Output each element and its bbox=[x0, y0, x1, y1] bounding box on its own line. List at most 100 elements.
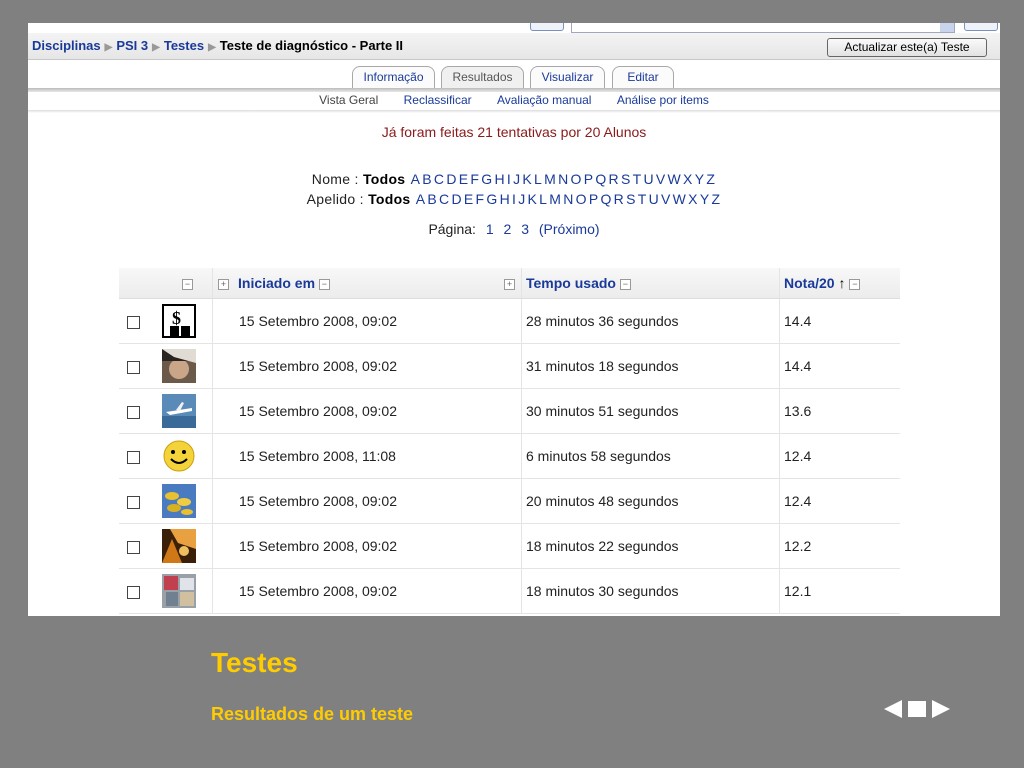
row-grade[interactable]: 12.2 bbox=[779, 523, 900, 569]
row-started[interactable]: 15 Setembro 2008, 09:02 bbox=[237, 523, 499, 569]
row-checkbox[interactable] bbox=[127, 540, 140, 554]
collapse-icon[interactable]: − bbox=[182, 278, 193, 290]
last-name-all[interactable]: Todos bbox=[368, 191, 410, 207]
subtab-analise-por-items[interactable]: Análise por items bbox=[617, 93, 709, 107]
row-checkbox[interactable] bbox=[127, 360, 140, 374]
filter-letter-j[interactable]: J bbox=[513, 171, 520, 187]
filter-letter-a[interactable]: A bbox=[411, 171, 421, 187]
row-started[interactable]: 15 Setembro 2008, 09:02 bbox=[237, 343, 499, 389]
header-time-label[interactable]: Tempo usado bbox=[526, 275, 616, 291]
stop-square-icon[interactable] bbox=[908, 701, 926, 717]
row-grade[interactable]: 12.4 bbox=[779, 433, 900, 479]
filter-letter-g[interactable]: G bbox=[481, 171, 492, 187]
filter-letter-p[interactable]: P bbox=[589, 191, 599, 207]
filter-letter-b[interactable]: B bbox=[427, 191, 437, 207]
subtab-reclassificar[interactable]: Reclassificar bbox=[404, 93, 472, 107]
filter-letter-z[interactable]: Z bbox=[706, 171, 715, 187]
filter-letter-h[interactable]: H bbox=[500, 191, 510, 207]
filter-letter-d[interactable]: D bbox=[451, 191, 461, 207]
row-checkbox[interactable] bbox=[127, 450, 140, 464]
filter-letter-j[interactable]: J bbox=[518, 191, 525, 207]
filter-letter-t[interactable]: T bbox=[633, 171, 642, 187]
breadcrumb-testes[interactable]: Testes bbox=[164, 38, 204, 53]
tab-informacao[interactable]: Informação bbox=[352, 66, 435, 88]
filter-letter-r[interactable]: R bbox=[609, 171, 619, 187]
previous-arrow-icon[interactable] bbox=[884, 700, 902, 718]
collapse-icon[interactable]: − bbox=[318, 278, 330, 290]
next-arrow-icon[interactable] bbox=[932, 700, 950, 718]
filter-letter-h[interactable]: H bbox=[494, 171, 504, 187]
filter-letter-q[interactable]: Q bbox=[600, 191, 611, 207]
filter-letter-x[interactable]: X bbox=[683, 171, 693, 187]
filter-letter-t[interactable]: T bbox=[638, 191, 647, 207]
row-started[interactable]: 15 Setembro 2008, 09:02 bbox=[237, 388, 499, 434]
filter-letter-l[interactable]: L bbox=[539, 191, 547, 207]
row-checkbox[interactable] bbox=[127, 315, 140, 329]
row-checkbox[interactable] bbox=[127, 495, 140, 509]
top-input[interactable] bbox=[571, 23, 955, 33]
expand-icon[interactable]: + bbox=[504, 278, 515, 290]
user-avatar[interactable] bbox=[162, 394, 196, 428]
user-avatar[interactable]: $ bbox=[162, 304, 196, 338]
pager-next[interactable]: (Próximo) bbox=[539, 221, 600, 237]
row-started[interactable]: 15 Setembro 2008, 09:02 bbox=[237, 478, 499, 524]
filter-letter-a[interactable]: A bbox=[416, 191, 426, 207]
filter-letter-e[interactable]: E bbox=[464, 191, 474, 207]
filter-letter-o[interactable]: O bbox=[571, 171, 582, 187]
row-started[interactable]: 15 Setembro 2008, 09:02 bbox=[237, 568, 499, 614]
user-avatar[interactable] bbox=[162, 574, 196, 608]
top-button-left[interactable] bbox=[530, 23, 564, 31]
row-grade[interactable]: 14.4 bbox=[779, 343, 900, 389]
first-name-all[interactable]: Todos bbox=[363, 171, 405, 187]
row-grade[interactable]: 13.6 bbox=[779, 388, 900, 434]
filter-letter-w[interactable]: W bbox=[668, 171, 682, 187]
filter-letter-c[interactable]: C bbox=[434, 171, 444, 187]
filter-letter-p[interactable]: P bbox=[584, 171, 594, 187]
subtab-avaliacao-manual[interactable]: Avaliação manual bbox=[497, 93, 592, 107]
filter-letter-o[interactable]: O bbox=[576, 191, 587, 207]
pager-page-3[interactable]: 3 bbox=[521, 221, 529, 237]
collapse-icon[interactable]: − bbox=[849, 278, 861, 290]
filter-letter-k[interactable]: K bbox=[528, 191, 538, 207]
row-started[interactable]: 15 Setembro 2008, 11:08 bbox=[237, 433, 499, 479]
filter-letter-s[interactable]: S bbox=[621, 171, 631, 187]
row-started[interactable]: 15 Setembro 2008, 09:02 bbox=[237, 298, 499, 344]
row-grade[interactable]: 14.4 bbox=[779, 298, 900, 344]
breadcrumb-psi3[interactable]: PSI 3 bbox=[116, 38, 148, 53]
tab-editar[interactable]: Editar bbox=[612, 66, 674, 88]
filter-letter-b[interactable]: B bbox=[422, 171, 432, 187]
filter-letter-z[interactable]: Z bbox=[711, 191, 720, 207]
filter-letter-n[interactable]: N bbox=[563, 191, 573, 207]
row-grade[interactable]: 12.1 bbox=[779, 568, 900, 614]
filter-letter-v[interactable]: V bbox=[656, 171, 666, 187]
filter-letter-u[interactable]: U bbox=[643, 171, 653, 187]
filter-letter-d[interactable]: D bbox=[446, 171, 456, 187]
breadcrumb-disciplinas[interactable]: Disciplinas bbox=[32, 38, 101, 53]
row-grade[interactable]: 12.4 bbox=[779, 478, 900, 524]
user-avatar[interactable] bbox=[162, 529, 196, 563]
filter-letter-f[interactable]: F bbox=[476, 191, 485, 207]
filter-letter-s[interactable]: S bbox=[626, 191, 636, 207]
update-quiz-button[interactable]: Actualizar este(a) Teste bbox=[827, 38, 987, 57]
filter-letter-u[interactable]: U bbox=[649, 191, 659, 207]
subtab-vista-geral[interactable]: Vista Geral bbox=[319, 93, 378, 107]
filter-letter-g[interactable]: G bbox=[486, 191, 497, 207]
filter-letter-i[interactable]: I bbox=[507, 171, 511, 187]
header-grade-label[interactable]: Nota/20 bbox=[784, 275, 835, 291]
filter-letter-r[interactable]: R bbox=[614, 191, 624, 207]
pager-page-1[interactable]: 1 bbox=[486, 221, 494, 237]
header-started-label[interactable]: Iniciado em bbox=[238, 275, 315, 291]
filter-letter-k[interactable]: K bbox=[522, 171, 532, 187]
expand-icon[interactable]: + bbox=[218, 278, 229, 290]
filter-letter-x[interactable]: X bbox=[688, 191, 698, 207]
user-avatar[interactable] bbox=[162, 349, 196, 383]
filter-letter-w[interactable]: W bbox=[673, 191, 687, 207]
pager-page-2[interactable]: 2 bbox=[504, 221, 512, 237]
filter-letter-m[interactable]: M bbox=[549, 191, 561, 207]
filter-letter-i[interactable]: I bbox=[512, 191, 516, 207]
user-avatar[interactable] bbox=[162, 439, 196, 473]
filter-letter-y[interactable]: Y bbox=[700, 191, 710, 207]
tab-resultados[interactable]: Resultados bbox=[441, 66, 524, 89]
tab-visualizar[interactable]: Visualizar bbox=[530, 66, 605, 88]
filter-letter-n[interactable]: N bbox=[558, 171, 568, 187]
